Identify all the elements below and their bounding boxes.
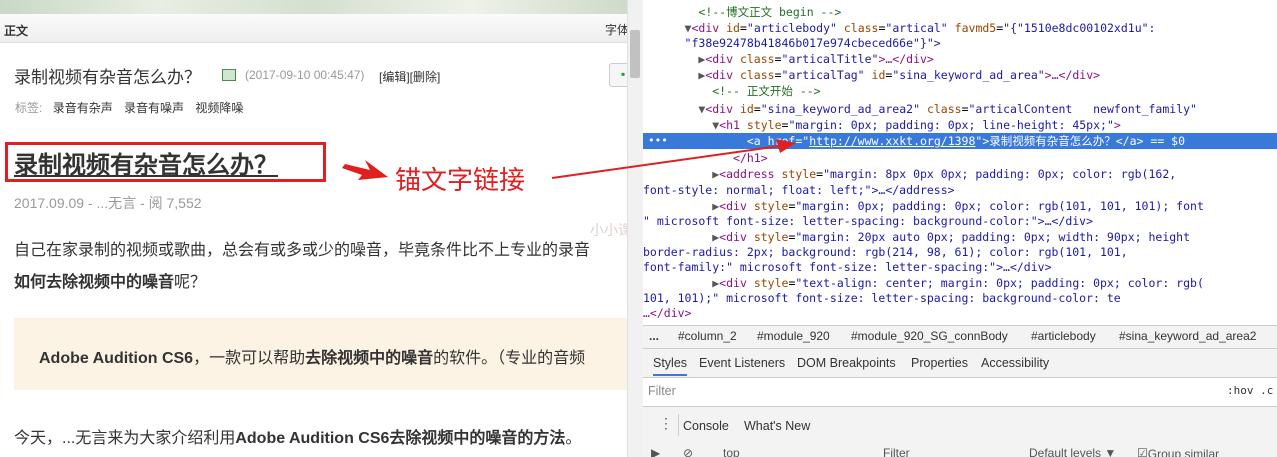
dom-line[interactable]: ▶<div class="articalTag" id="sina_keywor… [643, 67, 1277, 83]
dom-line[interactable]: 101, 101);" microsoft font-size: letter-… [643, 290, 1277, 306]
dom-line[interactable]: ▶<div class="articalTitle">…</div> [643, 51, 1277, 67]
plain-text: 。 [565, 430, 582, 447]
context-select[interactable]: top [723, 446, 740, 457]
dom-line[interactable]: font-style: normal; float: left;">…</add… [643, 182, 1277, 198]
tag-link[interactable]: 录音有杂声 [53, 101, 113, 115]
log-levels-select[interactable]: Default levels ▼ [1029, 446, 1116, 457]
drawer-menu-icon[interactable]: ⋮ [659, 415, 673, 432]
watermark: 小小课堂 [590, 222, 627, 238]
tab-whats-new[interactable]: What's New [744, 419, 810, 433]
divider [678, 414, 679, 436]
plain-text: ，一款可以帮助 [193, 350, 306, 367]
bold-text: 去除视频中的噪音 [305, 350, 434, 367]
picture-icon [222, 69, 236, 81]
tag-link[interactable]: 录音有噪声 [124, 101, 184, 115]
more-dots-icon[interactable]: ••• [648, 133, 668, 149]
hover-state-toggle[interactable]: :hov .c [1227, 384, 1273, 397]
breadcrumb-item[interactable]: #articlebody [1031, 329, 1096, 343]
styles-filter-bar: Filter :hov .c [643, 377, 1277, 405]
dom-line[interactable]: ▼<div id="articlebody" class="artical" f… [643, 20, 1277, 36]
tab-styles[interactable]: Styles [653, 356, 688, 376]
bold-text: Adobe Audition CS6 [39, 350, 194, 367]
paragraph-line: 今天，...无言来为大家介绍利用Adobe Audition CS6去除视频中的… [14, 424, 581, 448]
article-date: (2017-09-10 00:45:47) [245, 68, 365, 82]
tab-dom-breakpoints[interactable]: DOM Breakpoints [797, 356, 896, 370]
dom-line[interactable]: border-radius: 2px; background: rgb(214,… [643, 244, 1277, 260]
dom-line[interactable]: " microsoft font-size: letter-spacing: b… [643, 213, 1277, 229]
plain-text: 今天，...无言来为大家介绍利用 [14, 430, 236, 447]
clear-console-icon[interactable]: ⊘ [683, 446, 693, 457]
dom-line[interactable]: </h1> [643, 150, 1277, 166]
group-similar-label: Group similar [1147, 447, 1220, 457]
article-title: 录制视频有杂音怎么办？ [14, 68, 201, 87]
breadcrumb-item[interactable]: #column_2 [678, 329, 737, 343]
plain-text: 的软件。（专业的音频 [433, 350, 586, 367]
banner-image-strip [0, 0, 627, 14]
plain-text: 呢？ [174, 274, 207, 291]
sidebar-tabs: Styles Event Listeners DOM Breakpoints P… [643, 348, 1277, 378]
selected-dom-node[interactable]: <a href="http://www.xxkt.org/1398">录制视频有… [643, 133, 1277, 149]
breadcrumb-item[interactable]: ... [649, 329, 659, 343]
dom-line[interactable]: "f38e92478b41846b017e974cbeced66e"}"> [643, 35, 1277, 51]
highlight-quote: Adobe Audition CS6，一款可以帮助去除视频中的噪音的软件。（专业… [14, 318, 627, 390]
console-drawer: ⋮ Console What's New ▶ ⊘ top Filter Defa… [643, 406, 1277, 457]
anchor-text-link[interactable]: 录制视频有杂音怎么办？ [14, 145, 278, 180]
dom-line[interactable]: ▶<div style="text-align: center; margin:… [643, 275, 1277, 291]
edit-delete-links[interactable]: [编辑][删除] [379, 68, 440, 85]
breadcrumb-item[interactable]: #module_920_SG_connBody [851, 329, 1008, 343]
annotation-label: 锚文字链接 [395, 166, 526, 195]
dom-line[interactable]: font-family:" microsoft font-size: lette… [643, 259, 1277, 275]
paragraph-line: 如何去除视频中的噪音呢？ [14, 268, 206, 292]
share-button[interactable]: ▪ [609, 63, 627, 87]
dom-line[interactable]: ▼<h1 style="margin: 0px; padding: 0px; l… [643, 117, 1277, 133]
dom-line[interactable]: ▼<div id="sina_keyword_ad_area2" class="… [643, 101, 1277, 117]
dom-line[interactable]: …</div> [643, 305, 1277, 321]
dom-line[interactable]: ▶<address style="margin: 8px 0px 0px; pa… [643, 166, 1277, 182]
devtools-panel: <!--博文正文 begin --> ▼<div id="articlebody… [643, 0, 1277, 457]
styles-filter-input[interactable]: Filter [648, 384, 676, 398]
share-icon: ▪ [621, 67, 626, 81]
tab-event-listeners[interactable]: Event Listeners [699, 356, 785, 370]
sidebar-toggle-icon[interactable]: ▶ [651, 446, 660, 457]
tag-link[interactable]: 视频降噪 [195, 101, 243, 115]
blog-page: 正文 字体 录制视频有杂音怎么办？ (2017-09-10 00:45:47) … [0, 0, 627, 457]
tab-accessibility[interactable]: Accessibility [981, 356, 1049, 370]
content-header-label: 正文 [4, 24, 29, 38]
paragraph-line: 自己在家录制的视频或歌曲，总会有或多或少的噪音，毕竟条件比不上专业的录音 [14, 242, 591, 259]
tab-properties[interactable]: Properties [911, 356, 968, 370]
dom-line[interactable]: <!--博文正文 begin --> [643, 4, 1277, 20]
dom-line[interactable]: ▶<div style="margin: 20px auto 0px; padd… [643, 229, 1277, 245]
article-meta: 2017.09.09 - ...无言 - 阅 7,552 [14, 195, 202, 211]
quote-text: Adobe Audition CS6，一款可以帮助去除视频中的噪音的软件。（专业… [39, 344, 585, 368]
group-similar-checkbox[interactable]: ☑ Group similar [1137, 446, 1219, 457]
scrollbar-thumb[interactable] [630, 30, 640, 78]
tags-label: 标签: [15, 101, 43, 115]
dom-line[interactable]: <a href="http://www.xxkt.org/1398">录制视频有… [643, 133, 1277, 149]
dom-breadcrumb: ... #column_2 #module_920 #module_920_SG… [643, 325, 1277, 348]
tab-console[interactable]: Console [683, 419, 729, 433]
dom-line[interactable]: <!-- 正文开始 --> [643, 83, 1277, 99]
breadcrumb-item[interactable]: #sina_keyword_ad_area2 [1119, 329, 1256, 343]
bold-text: Adobe Audition CS6去除视频中的噪音的方法 [235, 430, 566, 447]
tag-list: 标签: 录音有杂声 录音有噪声 视频降噪 [15, 99, 251, 116]
console-toolbar: ▶ ⊘ top Filter Default levels ▼ ☑ Group … [643, 445, 1277, 457]
bold-text: 如何去除视频中的噪音 [14, 274, 175, 291]
console-filter-input[interactable]: Filter [883, 446, 910, 457]
dom-line[interactable]: ▶<div style="margin: 0px; padding: 0px; … [643, 198, 1277, 214]
content-header-bar: 正文 字体 [0, 14, 627, 43]
font-size-label[interactable]: 字体 [605, 21, 627, 38]
breadcrumb-item[interactable]: #module_920 [757, 329, 830, 343]
